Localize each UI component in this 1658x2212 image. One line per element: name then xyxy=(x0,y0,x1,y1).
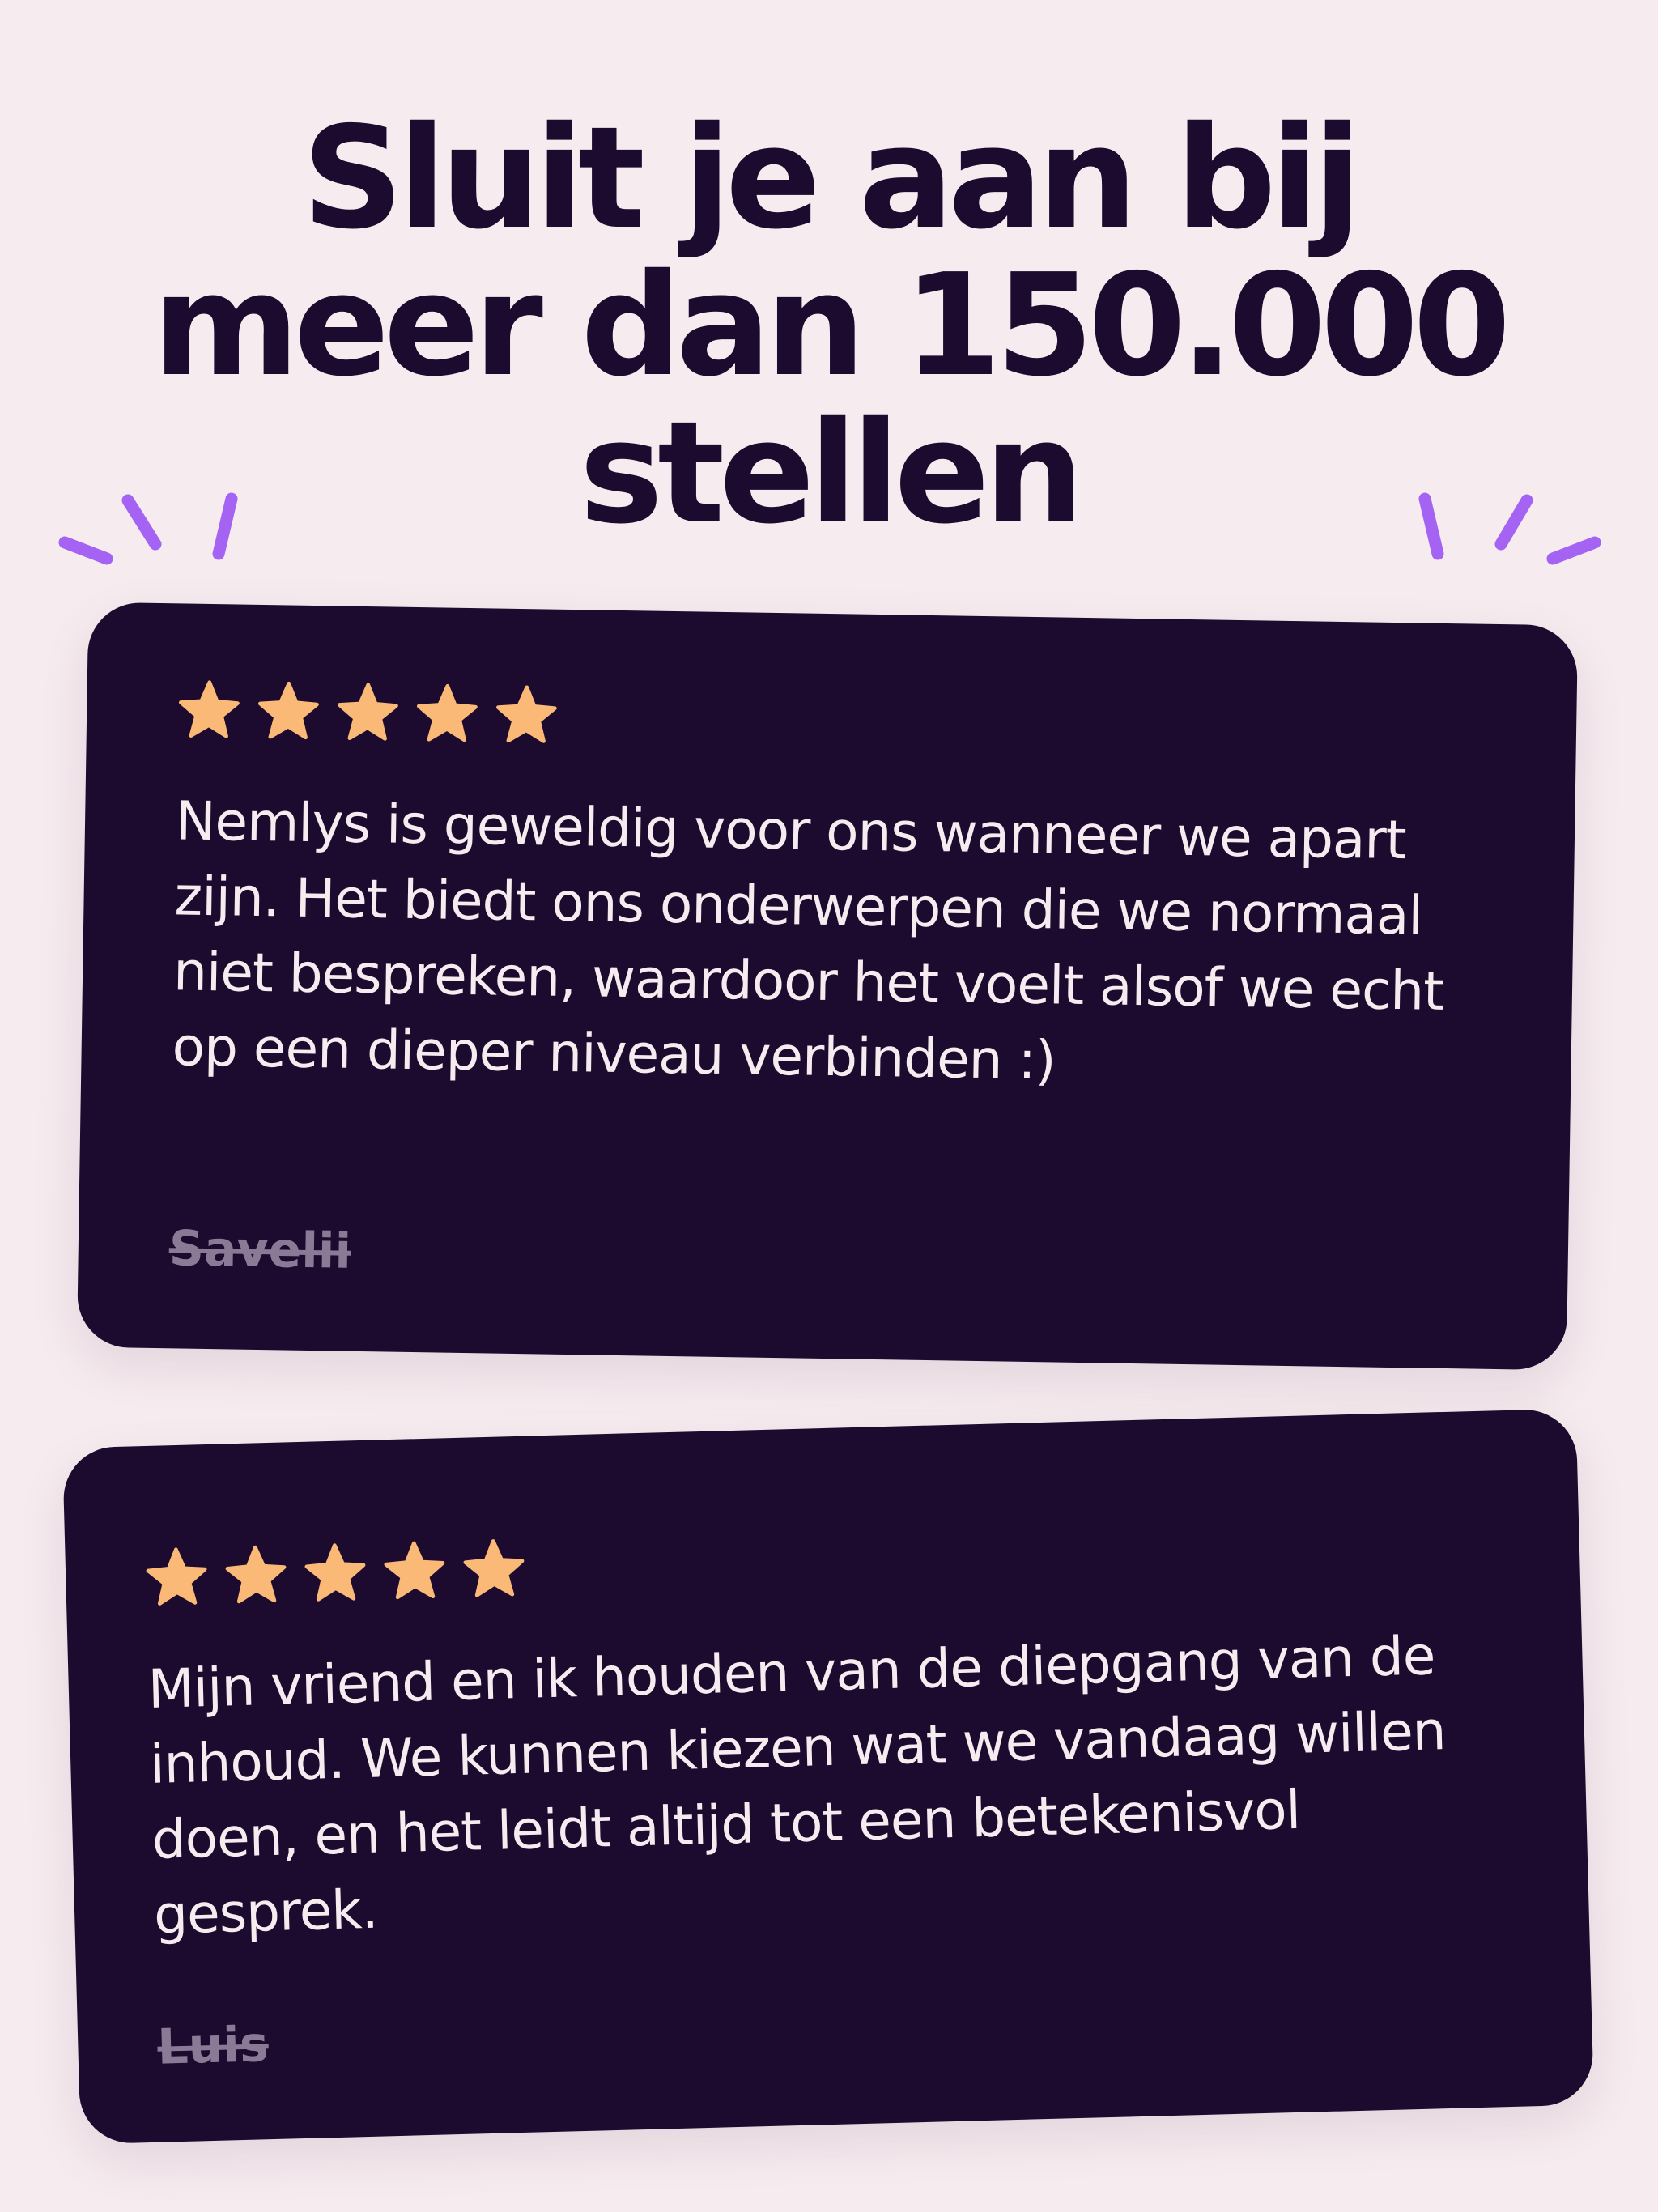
star-icon xyxy=(146,1547,207,1606)
star-icon xyxy=(304,1543,366,1602)
star-icon xyxy=(257,681,319,740)
star-icon xyxy=(416,683,478,742)
sparkle-left-icon xyxy=(58,492,238,565)
review-author: Savelii xyxy=(168,1220,352,1280)
review-card: Mijn vriend en ik houden van de diepgang… xyxy=(62,1408,1594,2145)
rating-stars xyxy=(144,1537,526,1610)
headline-line-1: Sluit je aan bij xyxy=(302,96,1362,261)
star-icon xyxy=(495,685,557,743)
review-text: Mijn vriend en ik houden van de diepgang… xyxy=(147,1624,1447,1946)
review-text: Nemlys is geweldig voor ons wanneer we a… xyxy=(172,789,1444,1092)
rating-stars xyxy=(177,678,559,747)
star-icon xyxy=(178,680,240,738)
star-icon xyxy=(384,1541,445,1600)
review-author: Luis xyxy=(156,2016,270,2076)
review-card: Nemlys is geweldig voor ons wanneer we a… xyxy=(76,602,1579,1371)
star-icon xyxy=(337,683,398,741)
sparkle-right-icon xyxy=(1418,492,1601,565)
star-icon xyxy=(225,1545,287,1604)
star-icon xyxy=(463,1539,525,1597)
headline-line-2: meer dan 150.000 xyxy=(152,244,1511,408)
